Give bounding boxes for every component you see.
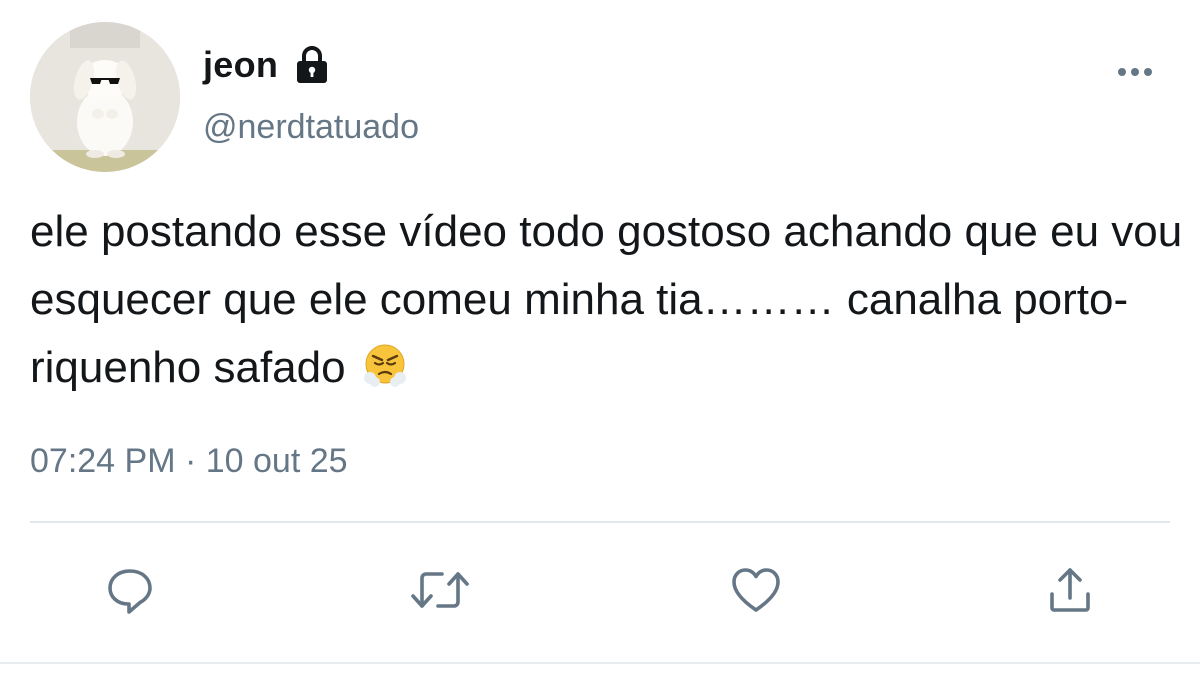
face-with-steam-from-nose-icon (362, 340, 408, 387)
tweet-timestamp[interactable]: 07:24 PM · 10 out 25 (30, 442, 348, 481)
heart-icon (727, 562, 785, 623)
tweet-text: ele postando esse vídeo todo gostoso ach… (30, 198, 1190, 402)
tweet-body: ele postando esse vídeo todo gostoso ach… (30, 207, 1195, 392)
avatar[interactable] (30, 22, 180, 172)
bunny-avatar-image (30, 22, 180, 172)
divider (30, 521, 1170, 523)
action-bar (0, 560, 1200, 630)
retweet-button[interactable] (408, 560, 472, 624)
bottom-divider (0, 662, 1200, 664)
display-name-row: jeon (203, 40, 330, 90)
reply-button[interactable] (98, 560, 162, 624)
reply-icon (102, 562, 158, 623)
tweet-card: jeon @nerdtatuado ele postando esse víde… (0, 0, 1200, 681)
share-icon (1042, 562, 1098, 623)
share-button[interactable] (1038, 560, 1102, 624)
user-handle[interactable]: @nerdtatuado (203, 108, 419, 147)
display-name[interactable]: jeon (203, 44, 278, 86)
like-button[interactable] (724, 560, 788, 624)
more-options-icon[interactable] (1110, 60, 1160, 84)
lock-icon (294, 45, 330, 85)
retweet-icon (408, 562, 472, 623)
